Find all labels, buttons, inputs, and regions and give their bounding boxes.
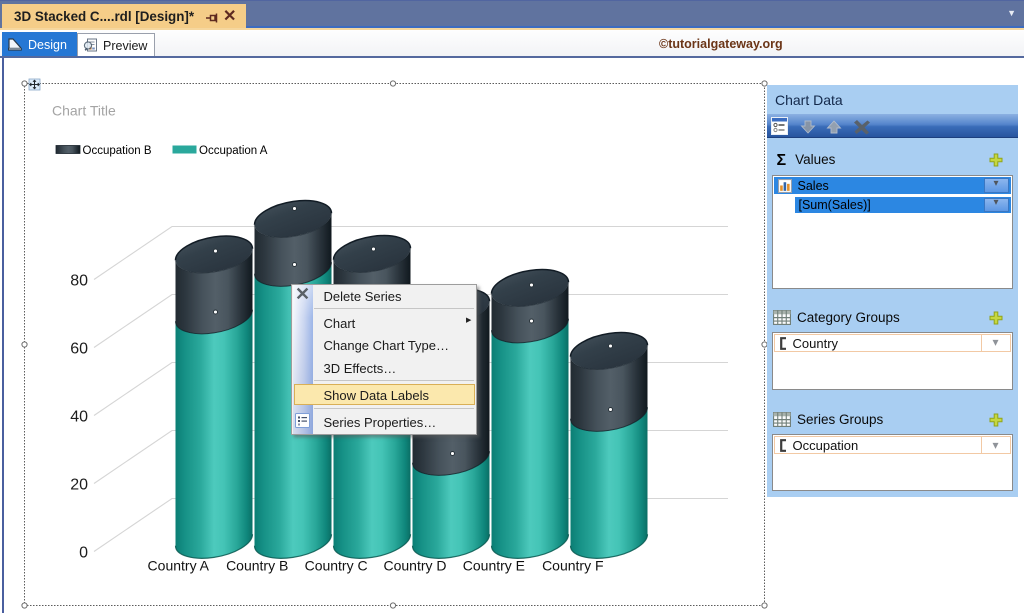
svg-text:20: 20 [70, 477, 88, 494]
svg-text:Chart Title: Chart Title [52, 103, 116, 119]
svg-text:0: 0 [79, 545, 88, 562]
svg-text:40: 40 [70, 409, 88, 426]
svg-text:Country E: Country E [463, 557, 525, 573]
svg-text:Country B: Country B [226, 557, 288, 573]
svg-text:Country A: Country A [148, 557, 210, 573]
svg-text:Country C: Country C [305, 557, 368, 573]
svg-text:Country D: Country D [383, 557, 446, 573]
svg-text:80: 80 [70, 273, 88, 290]
svg-text:Occupation B: Occupation B [83, 145, 152, 157]
svg-text:Occupation A: Occupation A [199, 145, 268, 157]
svg-text:60: 60 [70, 341, 88, 358]
svg-text:Country F: Country F [542, 557, 603, 573]
